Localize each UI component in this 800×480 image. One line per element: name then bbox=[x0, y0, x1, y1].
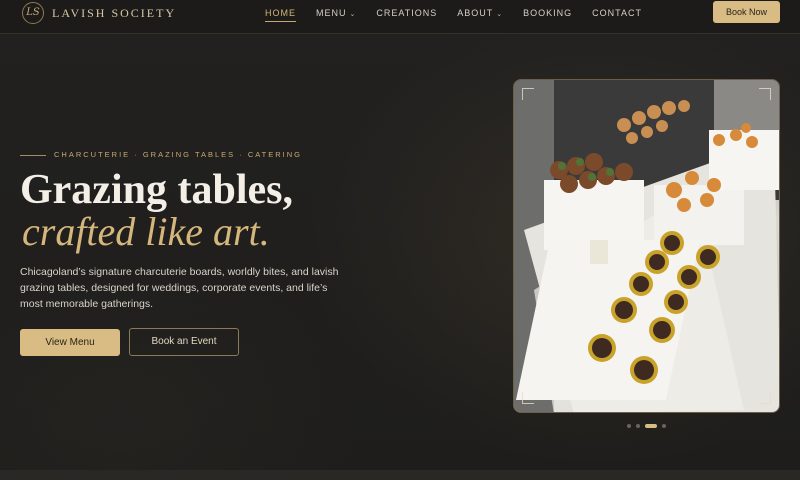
chevron-down-icon: ⌄ bbox=[349, 11, 357, 18]
hero-headline-accent: crafted like art. bbox=[22, 209, 270, 254]
nav-link-creations[interactable]: CREATIONS bbox=[376, 8, 437, 18]
hero-eyebrow: CHARCUTERIE · GRAZING TABLES · CATERING bbox=[54, 150, 303, 159]
carousel-dot[interactable] bbox=[662, 424, 666, 428]
view-menu-button[interactable]: View Menu bbox=[20, 329, 120, 356]
brand-name[interactable]: LAVISH SOCIETY bbox=[52, 6, 176, 21]
eyebrow-divider bbox=[20, 155, 46, 156]
carousel-dot[interactable] bbox=[627, 424, 631, 428]
frame-corner bbox=[522, 392, 534, 404]
carousel-dot-active[interactable] bbox=[645, 424, 657, 428]
book-event-button[interactable]: Book an Event bbox=[129, 328, 239, 356]
riser-left bbox=[544, 180, 644, 250]
nav-link-booking[interactable]: BOOKING bbox=[523, 8, 572, 18]
next-section-edge bbox=[0, 470, 800, 480]
nav-links: HOME MENU ⌄ CREATIONS ABOUT ⌄ BOOKING CONT… bbox=[265, 8, 662, 22]
nav-link-contact[interactable]: CONTACT bbox=[592, 8, 642, 18]
nav-link-menu[interactable]: MENU ⌄ bbox=[316, 8, 356, 18]
frame-corner bbox=[759, 88, 771, 100]
frame-corner bbox=[759, 392, 771, 404]
chevron-down-icon: ⌄ bbox=[496, 11, 504, 18]
frame-corner bbox=[522, 88, 534, 100]
carousel-indicators bbox=[627, 424, 671, 428]
carousel-dot[interactable] bbox=[636, 424, 640, 428]
grazing-table-illustration bbox=[514, 80, 779, 412]
nav-link-about[interactable]: ABOUT ⌄ bbox=[457, 8, 503, 18]
nav-link-home[interactable]: HOME bbox=[265, 8, 296, 22]
nav-link-about-label: ABOUT bbox=[457, 8, 494, 18]
hero-description: Chicagoland’s signature charcuterie boar… bbox=[20, 266, 339, 310]
candle bbox=[590, 240, 608, 264]
book-now-button[interactable]: Book Now bbox=[713, 1, 780, 23]
logo-monogram-icon[interactable]: LS bbox=[22, 2, 44, 24]
top-navigation: LS LAVISH SOCIETY HOME MENU ⌄ CREATIONS A… bbox=[0, 0, 800, 34]
hero-photo-grazing-table bbox=[513, 79, 780, 413]
nav-link-menu-label: MENU bbox=[316, 8, 347, 18]
hero-headline: Grazing tables, bbox=[20, 167, 293, 213]
